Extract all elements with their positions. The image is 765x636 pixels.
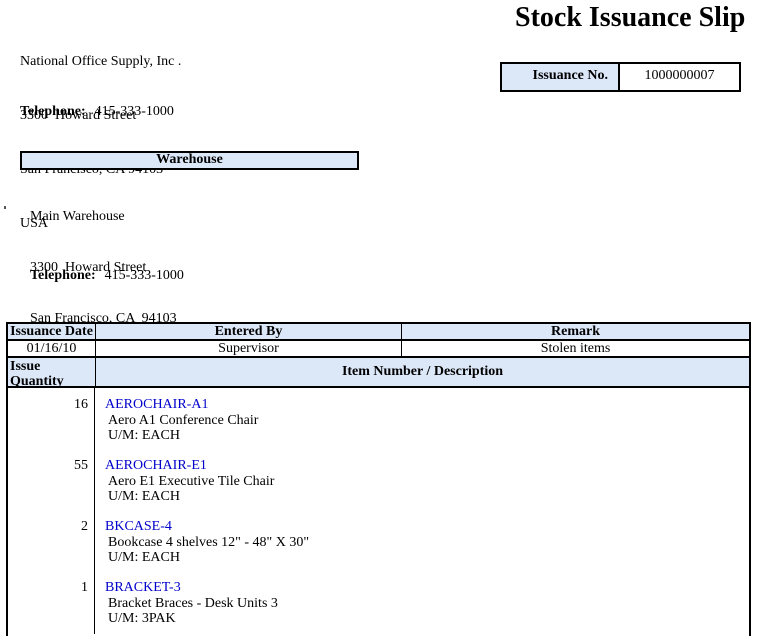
stray-mark	[4, 206, 6, 209]
company-phone-value: 415-333-1000	[95, 104, 174, 119]
company-name: National Office Supply, Inc .	[20, 53, 181, 71]
item-row: 55 AEROCHAIR-E1 Aero E1 Executive Tile C…	[8, 458, 749, 519]
warehouse-phone-label: Telephone:	[30, 268, 96, 283]
issuance-table: Issuance Date Entered By Remark 01/16/10…	[6, 322, 751, 636]
item-uom: U/M: 3PAK	[105, 611, 749, 627]
item-uom: U/M: EACH	[105, 428, 749, 444]
item-details: BKCASE-4 Bookcase 4 shelves 12" - 48" X …	[95, 519, 749, 580]
warehouse-phone-row: Telephone: 415-333-1000	[30, 268, 184, 284]
item-description: Aero A1 Conference Chair	[105, 413, 749, 429]
item-quantity: 55	[8, 458, 94, 519]
items-header-row: Issue Quantity Item Number / Description	[8, 358, 749, 388]
info-value-row: 01/16/10 Supervisor Stolen items	[8, 341, 749, 358]
warehouse-header: Warehouse	[20, 151, 359, 170]
header-entered-by: Entered By	[96, 324, 402, 339]
item-description: Aero E1 Executive Tile Chair	[105, 474, 749, 490]
info-header-row: Issuance Date Entered By Remark	[8, 324, 749, 341]
item-number-link[interactable]: BKCASE-4	[105, 519, 749, 535]
item-quantity: 2	[8, 519, 94, 580]
item-details: AEROCHAIR-E1 Aero E1 Executive Tile Chai…	[95, 458, 749, 519]
issuance-number-value: 1000000007	[620, 64, 739, 90]
company-phone-row: Telephone: 415-333-1000	[20, 104, 174, 120]
issuance-number-box: Issuance No. 1000000007	[500, 62, 741, 92]
item-uom: U/M: EACH	[105, 489, 749, 505]
item-uom: U/M: EACH	[105, 550, 749, 566]
header-issuance-date: Issuance Date	[8, 324, 96, 339]
item-quantity: 16	[8, 397, 94, 458]
items-column-divider	[94, 388, 95, 634]
item-number-link[interactable]: AEROCHAIR-A1	[105, 397, 749, 413]
item-number-link[interactable]: BRACKET-3	[105, 580, 749, 596]
items-list: 16 AEROCHAIR-A1 Aero A1 Conference Chair…	[8, 388, 749, 634]
header-remark: Remark	[402, 324, 749, 339]
item-quantity: 1	[8, 580, 94, 634]
value-entered-by: Supervisor	[96, 341, 402, 356]
header-issue-quantity: Issue Quantity	[8, 358, 96, 386]
issuance-number-label: Issuance No.	[502, 64, 620, 90]
value-issuance-date: 01/16/10	[8, 341, 96, 356]
item-details: BRACKET-3 Bracket Braces - Desk Units 3 …	[95, 580, 749, 634]
item-description: Bookcase 4 shelves 12" - 48" X 30"	[105, 535, 749, 551]
page-title: Stock Issuance Slip	[515, 2, 745, 34]
warehouse-name: Main Warehouse	[30, 208, 177, 225]
item-details: AEROCHAIR-A1 Aero A1 Conference Chair U/…	[95, 397, 749, 458]
company-phone-label: Telephone:	[20, 104, 86, 119]
warehouse-phone-value: 415-333-1000	[105, 268, 184, 283]
value-remark: Stolen items	[402, 341, 749, 356]
item-number-link[interactable]: AEROCHAIR-E1	[105, 458, 749, 474]
item-row: 1 BRACKET-3 Bracket Braces - Desk Units …	[8, 580, 749, 634]
item-row: 2 BKCASE-4 Bookcase 4 shelves 12" - 48" …	[8, 519, 749, 580]
item-description: Bracket Braces - Desk Units 3	[105, 596, 749, 612]
header-item-number-description: Item Number / Description	[96, 358, 749, 386]
item-row: 16 AEROCHAIR-A1 Aero A1 Conference Chair…	[8, 397, 749, 458]
